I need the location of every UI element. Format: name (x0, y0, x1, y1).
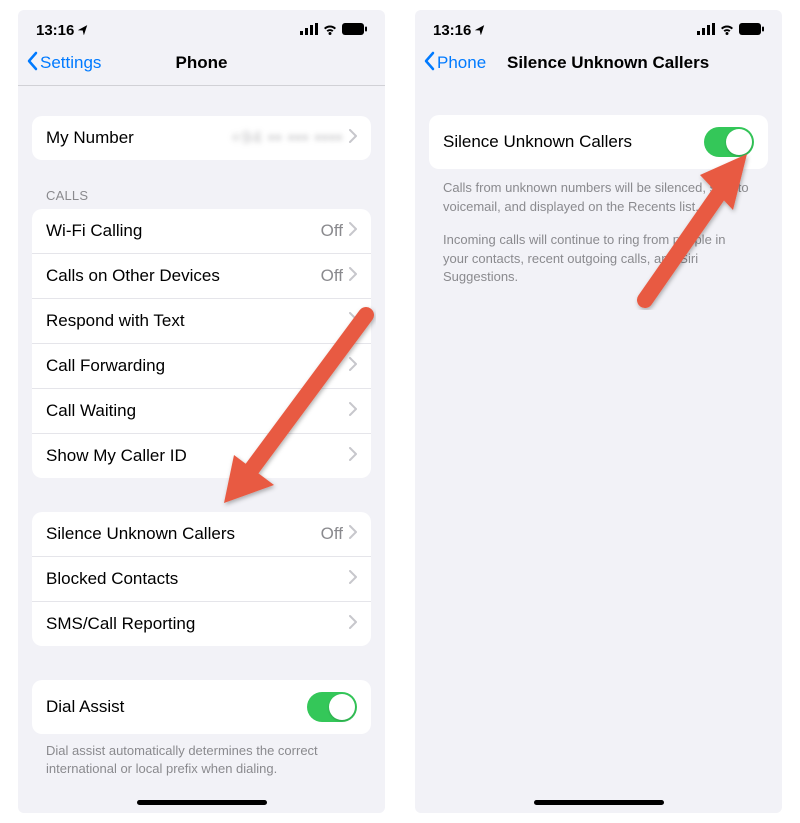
sms-call-reporting-row[interactable]: SMS/Call Reporting (32, 602, 371, 646)
chevron-left-icon (423, 51, 435, 76)
row-label: Blocked Contacts (46, 569, 349, 589)
chevron-right-icon (349, 446, 357, 466)
chevron-right-icon (349, 614, 357, 634)
row-label: Calls on Other Devices (46, 266, 321, 286)
row-value: Off (321, 266, 343, 286)
show-caller-id-row[interactable]: Show My Caller ID (32, 434, 371, 478)
chevron-right-icon (349, 266, 357, 286)
home-indicator[interactable] (137, 800, 267, 805)
battery-icon (739, 22, 764, 39)
row-label: Show My Caller ID (46, 446, 349, 466)
description-2: Incoming calls will continue to ring fro… (443, 231, 754, 288)
content-area: Silence Unknown Callers Calls from unkno… (415, 85, 782, 800)
chevron-right-icon (349, 524, 357, 544)
call-waiting-row[interactable]: Call Waiting (32, 389, 371, 434)
row-label: My Number (46, 128, 231, 148)
blocked-contacts-row[interactable]: Blocked Contacts (32, 557, 371, 602)
silence-unknown-callers-row[interactable]: Silence Unknown Callers (429, 115, 768, 169)
row-value: Off (321, 524, 343, 544)
back-button[interactable]: Phone (423, 51, 486, 76)
content-area: My Number +94 ▪▪ ▪▪▪ ▪▪▪▪ CALLS Wi-Fi Ca… (18, 86, 385, 800)
location-icon (78, 22, 90, 39)
phone-screen-right: 13:16 Phone Silence Unknown Callers (415, 10, 782, 813)
back-button[interactable]: Settings (26, 51, 101, 76)
silence-unknown-callers-toggle[interactable] (704, 127, 754, 157)
silence-group: Silence Unknown Callers Off Blocked Cont… (32, 512, 371, 646)
dial-assist-footer: Dial assist automatically determines the… (46, 742, 357, 778)
calls-header: CALLS (46, 188, 357, 203)
dial-assist-toggle[interactable] (307, 692, 357, 722)
my-number-group: My Number +94 ▪▪ ▪▪▪ ▪▪▪▪ (32, 116, 371, 160)
row-label: Call Waiting (46, 401, 349, 421)
chevron-right-icon (349, 401, 357, 421)
chevron-right-icon (349, 311, 357, 331)
silence-toggle-group: Silence Unknown Callers (429, 115, 768, 169)
row-value: Off (321, 221, 343, 241)
silence-unknown-callers-row[interactable]: Silence Unknown Callers Off (32, 512, 371, 557)
row-label: Dial Assist (46, 697, 307, 717)
back-label: Phone (437, 53, 486, 73)
row-label: Call Forwarding (46, 356, 349, 376)
description-1: Calls from unknown numbers will be silen… (443, 179, 754, 217)
dial-assist-row[interactable]: Dial Assist (32, 680, 371, 734)
status-time: 13:16 (433, 22, 471, 39)
battery-icon (342, 22, 367, 39)
location-icon (475, 22, 487, 39)
page-title: Silence Unknown Callers (507, 53, 709, 73)
chevron-right-icon (349, 356, 357, 376)
chevron-right-icon (349, 569, 357, 589)
phone-screen-left: 13:16 Settings Phone (18, 10, 385, 813)
back-label: Settings (40, 53, 101, 73)
row-label: Silence Unknown Callers (46, 524, 321, 544)
chevron-right-icon (349, 221, 357, 241)
row-value: +94 ▪▪ ▪▪▪ ▪▪▪▪ (231, 128, 343, 148)
status-time: 13:16 (36, 22, 74, 39)
chevron-right-icon (349, 128, 357, 148)
nav-bar: Settings Phone (18, 45, 385, 86)
my-number-row[interactable]: My Number +94 ▪▪ ▪▪▪ ▪▪▪▪ (32, 116, 371, 160)
row-label: Wi-Fi Calling (46, 221, 321, 241)
calls-other-devices-row[interactable]: Calls on Other Devices Off (32, 254, 371, 299)
nav-bar: Phone Silence Unknown Callers (415, 45, 782, 85)
status-bar: 13:16 (415, 10, 782, 45)
calls-group: Wi-Fi Calling Off Calls on Other Devices… (32, 209, 371, 478)
chevron-left-icon (26, 51, 38, 76)
status-bar: 13:16 (18, 10, 385, 45)
home-indicator[interactable] (534, 800, 664, 805)
dial-assist-group: Dial Assist (32, 680, 371, 734)
row-label: Respond with Text (46, 311, 349, 331)
wifi-icon (719, 22, 735, 39)
wifi-calling-row[interactable]: Wi-Fi Calling Off (32, 209, 371, 254)
row-label: Silence Unknown Callers (443, 132, 704, 152)
cellular-icon (300, 22, 318, 39)
respond-with-text-row[interactable]: Respond with Text (32, 299, 371, 344)
cellular-icon (697, 22, 715, 39)
call-forwarding-row[interactable]: Call Forwarding (32, 344, 371, 389)
row-label: SMS/Call Reporting (46, 614, 349, 634)
wifi-icon (322, 22, 338, 39)
